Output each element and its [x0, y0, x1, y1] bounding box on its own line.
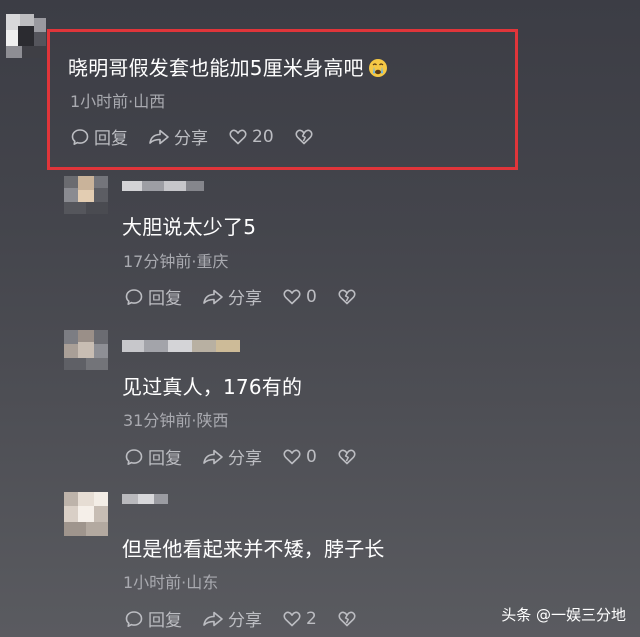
like-button[interactable]: 0 [282, 447, 317, 467]
comment-text-reply-3: 但是他看起来并不矮，脖子长 [122, 537, 385, 561]
heart-icon [283, 611, 301, 626]
dislike-button[interactable] [337, 447, 361, 467]
share-icon [203, 449, 223, 464]
heart-icon [229, 129, 247, 144]
username-reply-3[interactable] [122, 494, 168, 504]
dislike-icon [338, 449, 356, 464]
heart-icon [283, 289, 301, 304]
share-button[interactable]: 分享 [202, 284, 262, 309]
reply-label: 回复 [148, 449, 182, 469]
comment-actions-reply-1: 回复 分享 0 [124, 284, 381, 309]
reply-icon [125, 610, 143, 627]
share-icon [203, 611, 223, 626]
reply-button[interactable]: 回复 [124, 444, 182, 469]
share-label: 分享 [228, 611, 262, 631]
comment-text-reply-1: 大胆说太少了5 [122, 215, 257, 239]
like-count: 0 [306, 446, 317, 467]
share-icon [149, 129, 169, 144]
reply-button[interactable]: 回复 [70, 124, 128, 149]
reply-label: 回复 [148, 611, 182, 631]
comment-meta-main: 1小时前·山西 [70, 92, 166, 111]
comment-text-main: 晓明哥假发套也能加5厘米身高吧 [68, 52, 388, 81]
dislike-button[interactable] [337, 287, 361, 307]
reply-icon [125, 448, 143, 465]
share-label: 分享 [174, 129, 208, 149]
dislike-button[interactable] [294, 127, 318, 147]
share-label: 分享 [228, 289, 262, 309]
comment-actions-main: 回复 分享 20 [70, 124, 338, 149]
like-button[interactable]: 2 [282, 609, 317, 629]
watermark: 头条 @一娱三分地 [501, 606, 626, 624]
like-count: 2 [306, 608, 317, 629]
avatar-reply-2[interactable] [64, 330, 108, 370]
like-count: 0 [306, 286, 317, 307]
comment-meta-reply-1: 17分钟前·重庆 [123, 252, 229, 271]
reply-button[interactable]: 回复 [124, 606, 182, 631]
dislike-icon [295, 129, 313, 144]
avatar-main[interactable] [6, 14, 46, 58]
heart-icon [283, 449, 301, 464]
share-button[interactable]: 分享 [202, 444, 262, 469]
comment-actions-reply-3: 回复 分享 2 [124, 606, 381, 631]
username-reply-1[interactable] [122, 181, 204, 191]
reply-button[interactable]: 回复 [124, 284, 182, 309]
dislike-icon [338, 611, 356, 626]
reply-icon [125, 288, 143, 305]
comment-actions-reply-2: 回复 分享 0 [124, 444, 381, 469]
reply-icon [71, 128, 89, 145]
comment-text-reply-2: 见过真人，176有的 [122, 375, 303, 399]
like-button[interactable]: 20 [228, 127, 274, 147]
like-button[interactable]: 0 [282, 287, 317, 307]
comment-meta-reply-2: 31分钟前·陕西 [123, 411, 229, 430]
reply-label: 回复 [148, 289, 182, 309]
share-button[interactable]: 分享 [202, 606, 262, 631]
like-count: 20 [252, 126, 274, 147]
share-button[interactable]: 分享 [148, 124, 208, 149]
dislike-button[interactable] [337, 609, 361, 629]
share-icon [203, 289, 223, 304]
crying-face-emoji-icon [368, 59, 387, 77]
reply-label: 回复 [94, 129, 128, 149]
username-reply-2[interactable] [122, 340, 240, 352]
avatar-reply-3[interactable] [64, 492, 108, 536]
comment-meta-reply-3: 1小时前·山东 [123, 573, 219, 592]
share-label: 分享 [228, 449, 262, 469]
dislike-icon [338, 289, 356, 304]
avatar-reply-1[interactable] [64, 176, 108, 214]
